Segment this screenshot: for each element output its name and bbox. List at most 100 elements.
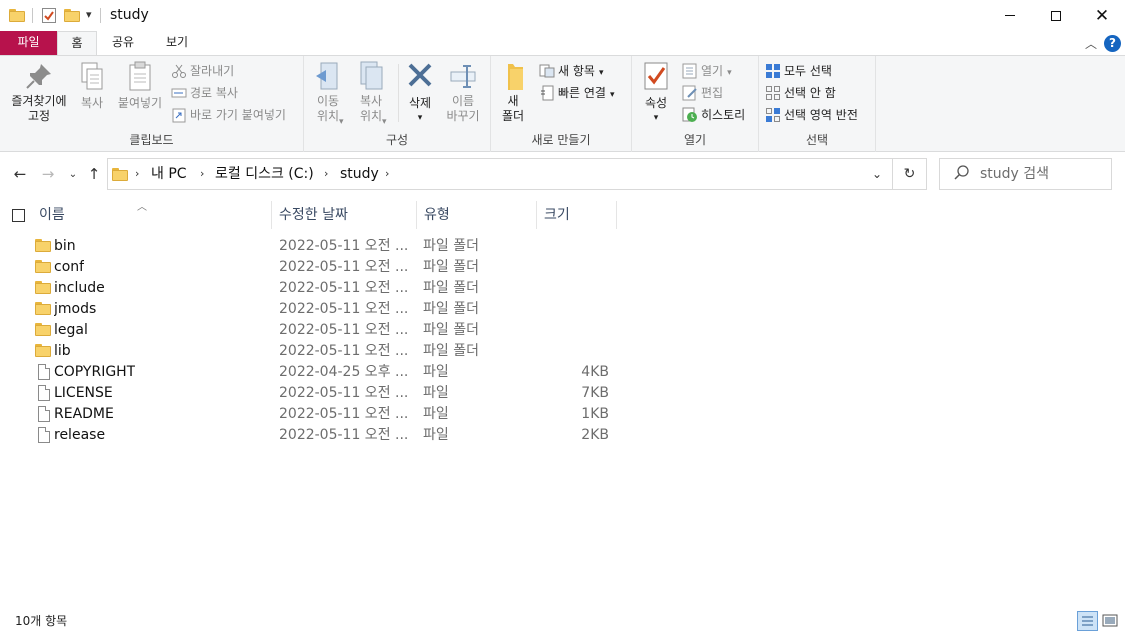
chevron-down-icon: ▾	[727, 68, 732, 78]
file-row[interactable]: README 2022-05-11 오전 ... 파일 1KB	[29, 404, 619, 425]
folder-icon	[35, 302, 51, 315]
column-header-size[interactable]: 크기	[537, 201, 617, 229]
recent-locations-button[interactable]: ⌄	[62, 158, 84, 190]
item-count: 10개 항목	[15, 614, 68, 628]
breadcrumb-separator-icon[interactable]: ›	[200, 159, 204, 189]
paste-shortcut-icon	[171, 107, 187, 123]
breadcrumb-study[interactable]: study	[340, 159, 379, 189]
rename-button[interactable]: 이름 바꾸기	[442, 60, 484, 124]
forward-arrow-icon: →	[41, 165, 55, 183]
forward-button[interactable]: →	[37, 158, 59, 190]
select-all-checkbox[interactable]	[12, 209, 25, 222]
close-button[interactable]: ✕	[1079, 0, 1125, 31]
breadcrumb-separator-icon[interactable]: ›	[135, 159, 139, 189]
folder-icon	[35, 344, 51, 357]
refresh-icon: ↻	[903, 166, 916, 182]
history-button[interactable]: 히스토리	[682, 105, 745, 125]
large-icons-view-button[interactable]	[1101, 612, 1119, 630]
file-size	[549, 278, 609, 299]
copy-to-dropdown-icon[interactable]: ▾	[382, 112, 387, 132]
column-header-type[interactable]: 유형	[417, 201, 537, 229]
select-all-button[interactable]: 모두 선택	[765, 61, 832, 81]
details-view-icon	[1082, 616, 1093, 626]
file-type: 파일 폴더	[423, 343, 479, 359]
paste-shortcut-button[interactable]: 바로 가기 붙여넣기	[171, 105, 286, 125]
breadcrumb-this-pc[interactable]: 내 PC	[151, 159, 187, 189]
edit-button[interactable]: 편집	[682, 83, 723, 103]
up-button[interactable]: ↑	[83, 158, 105, 190]
divider	[100, 8, 101, 23]
breadcrumb-separator-icon[interactable]: ›	[324, 159, 328, 189]
properties-dropdown-icon[interactable]: ▾	[638, 111, 674, 126]
file-row[interactable]: release 2022-05-11 오전 ... 파일 2KB	[29, 425, 619, 446]
select-group: 모두 선택 선택 안 함 선택 영역 반전 선택	[759, 56, 876, 152]
maximize-button[interactable]	[1033, 0, 1079, 31]
tab-home[interactable]: 홈	[57, 31, 97, 56]
column-header-date[interactable]: 수정한 날짜	[272, 201, 417, 229]
folder-row[interactable]: conf 2022-05-11 오전 ... 파일 폴더	[29, 257, 619, 278]
file-type: 파일 폴더	[423, 322, 479, 338]
delete-button[interactable]: 삭제 ▾	[403, 60, 437, 126]
paste-button[interactable]: 붙여넣기	[112, 60, 168, 111]
breadcrumb-separator-icon[interactable]: ›	[385, 159, 389, 189]
file-date: 2022-05-11 오전 ...	[279, 301, 409, 317]
folder-row[interactable]: legal 2022-05-11 오전 ... 파일 폴더	[29, 320, 619, 341]
copy-to-icon	[355, 60, 387, 92]
address-history-dropdown-icon[interactable]: ⌄	[872, 167, 882, 181]
file-size	[549, 341, 609, 362]
file-row[interactable]: COPYRIGHT 2022-04-25 오후 ... 파일 4KB	[29, 362, 619, 383]
tab-file[interactable]: 파일	[0, 31, 57, 55]
file-size: 7KB	[581, 385, 609, 401]
file-type: 파일	[423, 406, 449, 422]
search-placeholder: study 검색	[980, 166, 1050, 182]
cut-button[interactable]: 잘라내기	[171, 61, 234, 81]
select-all-icon	[765, 63, 781, 79]
back-button[interactable]: ←	[9, 158, 31, 190]
close-icon: ✕	[1094, 5, 1110, 26]
breadcrumb-local-disk[interactable]: 로컬 디스크 (C:)	[215, 159, 314, 189]
tab-share[interactable]: 공유	[103, 31, 143, 55]
folder-row[interactable]: jmods 2022-05-11 오전 ... 파일 폴더	[29, 299, 619, 320]
file-name: conf	[54, 259, 85, 275]
delete-dropdown-icon[interactable]: ▾	[403, 111, 437, 126]
easy-access-button[interactable]: 빠른 연결 ▾	[539, 83, 615, 103]
column-header-name[interactable]: 이름	[32, 201, 272, 229]
collapse-ribbon-icon[interactable]: ︿	[1085, 35, 1097, 52]
history-icon	[682, 107, 698, 123]
copy-button[interactable]: 복사	[74, 60, 110, 111]
help-icon[interactable]: ?	[1104, 35, 1121, 52]
move-to-dropdown-icon[interactable]: ▾	[339, 112, 344, 132]
easy-access-icon	[539, 85, 555, 101]
window-title: study	[110, 7, 149, 23]
pin-to-quick-access-button[interactable]: 즐겨찾기에 고정	[4, 60, 74, 124]
folder-icon	[35, 260, 51, 273]
folder-row[interactable]: include 2022-05-11 오전 ... 파일 폴더	[29, 278, 619, 299]
properties-check-icon	[640, 60, 672, 92]
group-label: 열기	[683, 133, 707, 147]
new-folder-icon[interactable]	[64, 9, 80, 22]
new-folder-button[interactable]: 새 폴더	[495, 60, 531, 124]
new-item-button[interactable]: 새 항목 ▾	[539, 61, 603, 81]
tab-view[interactable]: 보기	[156, 31, 198, 55]
clipboard-icon	[124, 60, 156, 92]
details-view-button[interactable]	[1077, 611, 1098, 631]
rename-icon	[447, 60, 479, 92]
open-button[interactable]: 열기 ▾	[682, 61, 732, 81]
invert-selection-button[interactable]: 선택 영역 반전	[765, 105, 858, 125]
file-icon	[38, 385, 50, 401]
properties-button[interactable]: 속성 ▾	[638, 60, 674, 126]
folder-row[interactable]: lib 2022-05-11 오전 ... 파일 폴더	[29, 341, 619, 362]
select-none-button[interactable]: 선택 안 함	[765, 83, 836, 103]
copy-path-button[interactable]: 경로 복사	[171, 83, 238, 103]
minimize-button[interactable]	[987, 0, 1033, 31]
folder-row[interactable]: bin 2022-05-11 오전 ... 파일 폴더	[29, 236, 619, 257]
title-bar: ▾ study ✕	[0, 0, 1125, 31]
address-bar[interactable]: › 내 PC › 로컬 디스크 (C:) › study › ⌄	[107, 158, 893, 190]
customize-quick-access-icon[interactable]: ▾	[86, 8, 92, 21]
file-row[interactable]: LICENSE 2022-05-11 오전 ... 파일 7KB	[29, 383, 619, 404]
properties-icon[interactable]	[42, 8, 56, 23]
new-folder-icon	[497, 60, 529, 92]
refresh-button[interactable]: ↻	[893, 158, 927, 190]
search-box[interactable]: study 검색	[939, 158, 1112, 190]
divider	[398, 64, 399, 122]
